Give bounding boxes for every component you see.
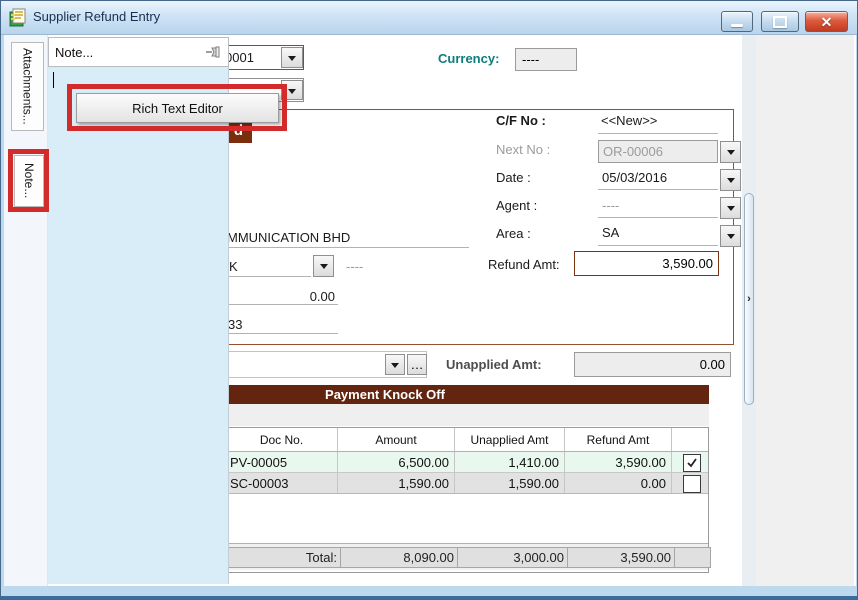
- bank-extra-dashes: ----: [346, 259, 363, 274]
- annotation-box-menu: [67, 84, 287, 131]
- cell-doc-no: SC-00003: [226, 473, 338, 493]
- chevron-down-icon: [727, 178, 735, 187]
- total-unapplied: 3,000.00: [457, 547, 570, 568]
- window-title: Supplier Refund Entry: [33, 9, 160, 24]
- date-dropdown-button[interactable]: [720, 169, 741, 191]
- cell-doc-no: PV-00005: [226, 452, 338, 472]
- dock-tab-strip: Attachments... Note...: [4, 35, 48, 586]
- maximize-button[interactable]: [761, 11, 799, 32]
- chevron-down-icon: [320, 264, 328, 273]
- chevron-down-icon: [727, 234, 735, 243]
- check-icon: [686, 457, 698, 469]
- cell-amount: 6,500.00: [338, 452, 455, 472]
- knockoff-doc-browse-button[interactable]: …: [407, 354, 427, 375]
- bank-dropdown-button[interactable]: [313, 255, 334, 277]
- col-header-amount[interactable]: Amount: [338, 428, 455, 451]
- agent-underline: [598, 202, 718, 218]
- annotation-box-note-tab: [8, 149, 49, 212]
- close-icon: ✕: [821, 15, 833, 29]
- area-dropdown-button[interactable]: [720, 225, 741, 247]
- cf-no-underline: [598, 118, 718, 134]
- next-no-field: OR-00006: [598, 140, 718, 163]
- refund-amt-field[interactable]: 3,590.00: [574, 251, 719, 276]
- cf-no-label: C/F No :: [496, 113, 546, 128]
- col-header-doc-no[interactable]: Doc No.: [226, 428, 338, 451]
- row-checkbox-checked[interactable]: [683, 454, 701, 472]
- chevron-down-icon: [391, 363, 399, 372]
- maximize-icon: [773, 16, 787, 28]
- agent-dropdown-button[interactable]: [720, 197, 741, 219]
- chevron-down-icon: [727, 150, 735, 159]
- chevron-down-icon: [288, 56, 296, 65]
- supplier-refund-entry-window: Supplier Refund Entry ✕ 0001 Currency: -…: [0, 0, 858, 600]
- note-editor-area[interactable]: [48, 67, 229, 584]
- window-bottom-edge: [1, 596, 858, 600]
- doc-no-dropdown-button[interactable]: [281, 47, 303, 68]
- cell-refund: 0.00: [565, 473, 672, 493]
- unapplied-amt-field: 0.00: [574, 352, 731, 377]
- currency-field: ----: [515, 48, 577, 71]
- agent-label: Agent :: [496, 198, 537, 213]
- app-icon: [8, 7, 29, 28]
- unapplied-amt-label: Unapplied Amt:: [446, 357, 542, 372]
- date-label: Date :: [496, 170, 531, 185]
- next-no-label: Next No :: [496, 142, 550, 157]
- date-underline: [598, 174, 718, 190]
- area-label: Area :: [496, 226, 531, 241]
- doc-no-value: 0001: [225, 50, 254, 65]
- cell-unapplied: 1,590.00: [455, 473, 565, 493]
- ellipsis-icon: …: [411, 360, 424, 370]
- area-underline: [598, 230, 718, 246]
- note-panel-header[interactable]: Note...: [48, 37, 229, 67]
- col-header-refund[interactable]: Refund Amt: [565, 428, 672, 451]
- currency-label: Currency:: [438, 51, 499, 66]
- cell-amount: 1,590.00: [338, 473, 455, 493]
- action-button-panel: New Edit Delete Save Cancel Refresh Brow…: [756, 35, 854, 586]
- total-stub-cell: [674, 547, 711, 568]
- collapse-splitter-handle[interactable]: ›: [744, 193, 754, 405]
- cell-refund: 3,590.00: [565, 452, 672, 472]
- close-window-button[interactable]: ✕: [805, 11, 848, 32]
- chevron-down-icon: [288, 89, 296, 98]
- sidebar-tab-attachments[interactable]: Attachments...: [11, 42, 44, 131]
- text-caret: [53, 72, 54, 88]
- minimize-icon: [731, 24, 743, 27]
- row-checkbox-unchecked[interactable]: [683, 475, 701, 493]
- knockoff-doc-dropdown-button[interactable]: [385, 354, 405, 375]
- col-header-unapplied[interactable]: Unapplied Amt: [455, 428, 565, 451]
- collapse-arrow-icon: ›: [747, 293, 751, 305]
- next-no-dropdown-button[interactable]: [720, 141, 741, 163]
- pin-icon[interactable]: [204, 43, 222, 61]
- refund-amt-label: Refund Amt:: [488, 257, 560, 272]
- doc-no-combobox[interactable]: 0001: [219, 45, 304, 70]
- cell-unapplied: 1,410.00: [455, 452, 565, 472]
- title-bar: Supplier Refund Entry ✕: [1, 1, 858, 35]
- note-panel-title: Note...: [55, 45, 93, 60]
- minimize-button[interactable]: [721, 11, 753, 32]
- chevron-down-icon: [727, 206, 735, 215]
- total-refund: 3,590.00: [567, 547, 677, 568]
- total-amount: 8,090.00: [340, 547, 460, 568]
